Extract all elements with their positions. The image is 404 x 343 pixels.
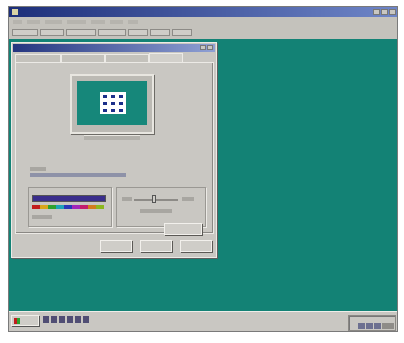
color-palette-label <box>32 183 50 187</box>
menu-bar <box>9 18 397 26</box>
windows-logo-icon <box>14 317 20 324</box>
toolbar-button-3[interactable] <box>66 28 96 36</box>
toolbar-button-5[interactable] <box>128 28 148 36</box>
tray-icon[interactable] <box>374 323 381 329</box>
palette-swatch <box>88 205 96 209</box>
preview-icon <box>111 95 115 98</box>
toolbar-button-2[interactable] <box>40 28 64 36</box>
taskbar <box>9 311 397 331</box>
tray-icon[interactable] <box>366 323 373 329</box>
tab-3[interactable] <box>105 54 149 62</box>
more-label <box>182 197 194 201</box>
display-label <box>30 167 46 171</box>
quick-launch-icon[interactable] <box>51 316 57 323</box>
tab-2[interactable] <box>61 54 105 62</box>
desktop[interactable] <box>9 39 397 311</box>
app-title <box>23 10 323 14</box>
preview-icon <box>111 109 115 112</box>
preview-icon <box>103 109 107 112</box>
apply-button[interactable] <box>180 240 212 252</box>
preview-window <box>100 92 126 114</box>
less-label <box>122 197 132 201</box>
menu-item-6[interactable] <box>110 20 123 24</box>
toolbar-button-4[interactable] <box>98 28 126 36</box>
tab-panel <box>15 62 214 235</box>
tab-1[interactable] <box>15 54 61 62</box>
start-button[interactable] <box>11 315 39 326</box>
tray-icon[interactable] <box>358 323 365 329</box>
dialog-controls <box>200 45 213 50</box>
color-palette-dropdown[interactable] <box>32 195 106 202</box>
palette-swatch <box>40 205 48 209</box>
palette-swatch <box>32 205 40 209</box>
toolbar <box>9 27 397 37</box>
preview-icon <box>119 95 123 98</box>
cancel-button[interactable] <box>140 240 172 252</box>
quick-launch-icon[interactable] <box>75 316 81 323</box>
resolution-slider-track[interactable] <box>134 199 178 201</box>
tab-settings[interactable] <box>149 53 183 62</box>
toolbar-button-1[interactable] <box>12 28 38 36</box>
desktop-area-label <box>120 183 140 187</box>
palette-swatch <box>72 205 80 209</box>
help-icon[interactable] <box>200 45 206 50</box>
palette-swatch <box>64 205 72 209</box>
resolution-text <box>140 209 172 213</box>
quick-launch-icon[interactable] <box>43 316 49 323</box>
menu-item-2[interactable] <box>27 20 40 24</box>
window-controls <box>373 9 396 15</box>
system-tray <box>348 315 396 331</box>
quick-launch-icon[interactable] <box>67 316 73 323</box>
preview-desktop <box>77 81 147 125</box>
preview-icon <box>103 95 107 98</box>
preview-icon <box>103 102 107 105</box>
dialog-title-bar[interactable] <box>13 44 215 52</box>
menu-item-7[interactable] <box>128 20 138 24</box>
menu-item-5[interactable] <box>91 20 105 24</box>
screen <box>8 6 398 332</box>
close-icon[interactable] <box>389 9 396 15</box>
change-display-type-button[interactable] <box>164 223 202 235</box>
palette-swatch <box>80 205 88 209</box>
monitor-stand <box>84 135 140 140</box>
minimize-icon[interactable] <box>373 9 380 15</box>
app-title-bar[interactable] <box>9 7 397 17</box>
app-icon <box>12 9 18 15</box>
preview-icon <box>119 109 123 112</box>
preview-icon <box>111 102 115 105</box>
quick-launch-icon[interactable] <box>83 316 89 323</box>
tab-strip <box>15 53 183 62</box>
desktop-area-group <box>116 187 206 227</box>
palette-swatch <box>96 205 104 209</box>
quick-launch-icon[interactable] <box>59 316 65 323</box>
palette-swatch <box>56 205 64 209</box>
menu-item-1[interactable] <box>13 20 22 24</box>
palette-swatch <box>48 205 56 209</box>
display-adapter-text <box>30 173 126 177</box>
ok-button[interactable] <box>100 240 132 252</box>
toolbar-button-6[interactable] <box>150 28 170 36</box>
toolbar-button-7[interactable] <box>172 28 192 36</box>
menu-item-3[interactable] <box>45 20 62 24</box>
maximize-icon[interactable] <box>381 9 388 15</box>
close-icon[interactable] <box>207 45 213 50</box>
menu-item-4[interactable] <box>67 20 86 24</box>
preview-icon <box>119 102 123 105</box>
display-properties-dialog <box>11 42 217 258</box>
monitor-preview <box>70 74 154 134</box>
tray-clock[interactable] <box>382 323 394 329</box>
resolution-slider-thumb[interactable] <box>152 195 156 203</box>
font-size-label <box>32 215 52 219</box>
